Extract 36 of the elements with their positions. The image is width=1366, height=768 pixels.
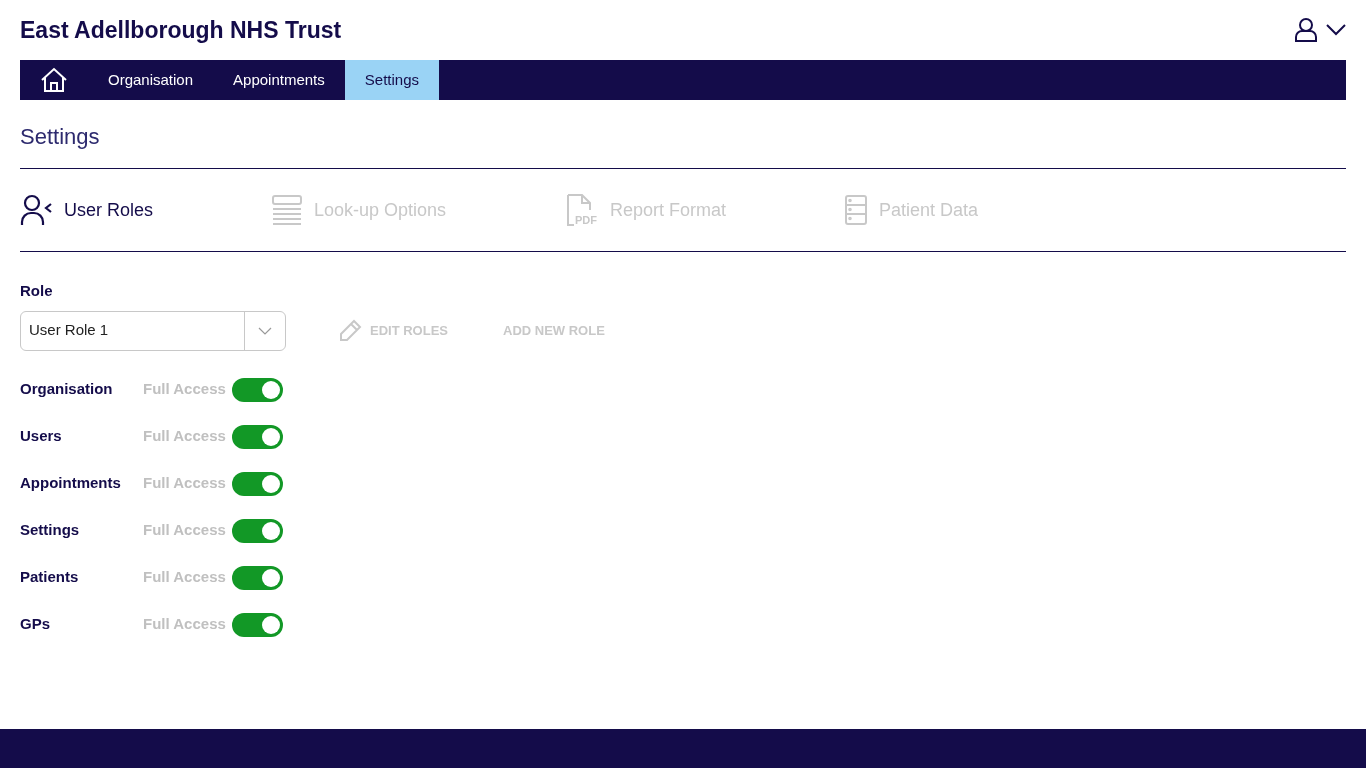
access-level: Full Access [143, 473, 227, 494]
pencil-icon [338, 318, 362, 343]
access-level: Full Access [143, 567, 227, 588]
access-toggle[interactable] [232, 424, 283, 449]
caret-icon [1326, 24, 1346, 36]
nav-tab[interactable]: Appointments [213, 60, 345, 100]
role-value: User Role 1 [28, 320, 110, 341]
server-icon [845, 195, 867, 225]
access-toggle[interactable] [232, 377, 283, 402]
role-dropdown[interactable]: User Role 1 [20, 310, 286, 351]
nav-tab[interactable]: Organisation [88, 60, 214, 100]
access-toggle[interactable] [232, 565, 283, 590]
section-tab[interactable]: User Roles [20, 194, 154, 226]
access-toggle[interactable] [232, 518, 283, 543]
access-toggle[interactable] [232, 612, 283, 637]
role-label: Role [20, 281, 54, 301]
access-level: Full Access [143, 520, 227, 541]
user-menu-button[interactable] [1294, 17, 1346, 43]
page-title: Settings [20, 123, 101, 151]
access-level: Full Access [143, 379, 227, 400]
list-icon [272, 195, 302, 225]
permission-name: Organisation [20, 379, 114, 400]
app-title: East Adellborough NHS Trust [20, 15, 342, 45]
nav-tab[interactable]: Settings [344, 60, 439, 100]
access-level: Full Access [143, 426, 227, 447]
access-toggle[interactable] [232, 471, 283, 496]
user-icon [20, 194, 52, 226]
permission-name: Settings [20, 520, 81, 541]
permission-name: Patients [20, 567, 80, 588]
permission-name: Appointments [20, 473, 122, 494]
chevron-icon [258, 326, 272, 335]
permission-name: GPs [20, 614, 51, 635]
user-icon [1294, 17, 1318, 43]
permission-name: Users [20, 426, 63, 447]
access-level: Full Access [143, 614, 227, 635]
home-icon [40, 67, 68, 93]
